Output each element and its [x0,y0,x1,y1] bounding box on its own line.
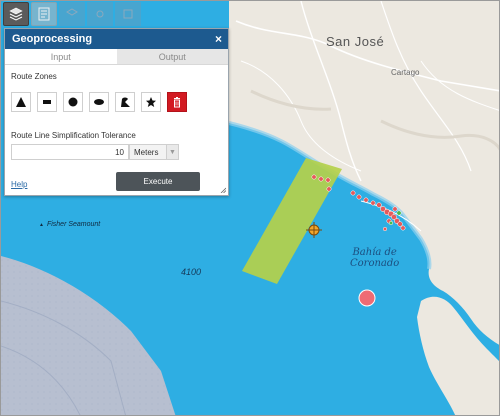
panel-tabs: Input Output [5,49,228,65]
ellipse-icon [94,99,104,105]
draw-rectangle-button[interactable] [37,92,57,112]
widget-icon [123,9,133,19]
draw-triangle-button[interactable] [11,92,31,112]
draw-tools [11,92,193,112]
resize-grip-icon[interactable] [220,187,226,193]
legend-button[interactable] [31,2,57,26]
tolerance-label: Route Line Simplification Tolerance [11,131,136,140]
bay-label-line2: Coronado [350,258,400,269]
draw-star-button[interactable] [141,92,161,112]
panel-title: Geoprocessing [12,33,93,45]
layers-icon [66,8,78,16]
execute-button[interactable]: Execute [116,172,200,191]
route-zones-label: Route Zones [11,72,57,81]
tab-input[interactable]: Input [5,49,117,64]
unit-select[interactable]: Meters ▼ [129,144,179,160]
bay-label: Bahía de Coronado [350,247,399,269]
tool-button[interactable] [87,2,113,26]
close-icon[interactable]: × [215,32,222,46]
clear-drawings-button[interactable] [167,92,187,112]
unit-select-value: Meters [134,147,159,157]
tolerance-input[interactable] [11,144,129,160]
chevron-down-icon: ▼ [166,145,178,159]
depth-label: 4100 [181,267,202,277]
tolerance-row: Meters ▼ [11,144,179,160]
rectangle-icon [43,100,51,104]
draw-freehand-button[interactable] [115,92,135,112]
circle-icon [68,97,78,107]
tool-icon [96,10,104,18]
help-link[interactable]: Help [11,180,27,189]
tab-output[interactable]: Output [116,49,228,64]
star-icon [146,97,156,107]
city-label-san-jose: San José [326,34,385,49]
basemap-gallery-button[interactable] [3,2,29,26]
seamount-label: Fisher Seamount [39,221,100,228]
legend-icon [38,7,50,21]
basemap-gallery-icon [9,7,23,21]
draw-ellipse-button[interactable] [89,92,109,112]
map-toolbar [3,2,143,26]
triangle-icon [16,97,26,107]
panel-header: Geoprocessing × [5,29,228,49]
draw-circle-button[interactable] [63,92,83,112]
widget-button[interactable] [115,2,141,26]
freehand-polygon-icon [121,97,130,107]
bay-label-line1: Bahía de [352,247,397,258]
city-label-cartago: Cartago [391,68,420,77]
geoprocessing-panel: Geoprocessing × Input Output Route Zones [4,28,229,196]
trash-icon [174,97,180,108]
layers-button[interactable] [59,2,85,26]
